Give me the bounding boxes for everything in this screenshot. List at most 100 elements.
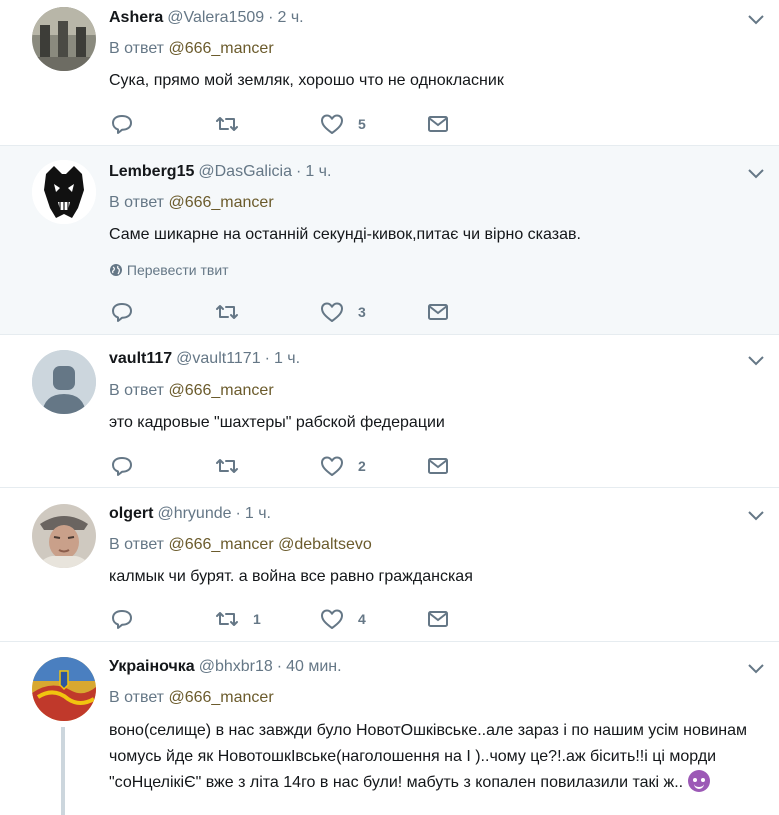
reply-to: В ответ @666_mancer @debaltsevo	[109, 536, 372, 554]
tweet-header: Украiночка @bhxbr18 · 40 мин.	[109, 658, 342, 676]
user-name[interactable]: Ashera	[109, 9, 163, 26]
smiling-imp-emoji-icon	[687, 770, 710, 792]
reply-to-label: В ответ	[109, 40, 165, 57]
reply-to-label: В ответ	[109, 382, 165, 399]
reply-to-link[interactable]: @666_mancer	[168, 536, 273, 553]
user-handle[interactable]: @Valera1509	[167, 9, 264, 26]
reply-to-link[interactable]: @666_mancer	[168, 194, 273, 211]
heart-icon	[321, 302, 343, 322]
chevron-down-icon[interactable]	[747, 663, 765, 675]
reply-to: В ответ @666_mancer	[109, 689, 274, 707]
avatar[interactable]	[32, 160, 96, 224]
tweet-text: Саме шикарне на останній секунді-кивок,п…	[109, 226, 581, 243]
chevron-down-icon[interactable]	[747, 510, 765, 522]
tweet-actions: 1 4	[110, 607, 470, 631]
user-name[interactable]: Украiночка	[109, 658, 195, 675]
user-handle[interactable]: @DasGalicia	[198, 163, 292, 180]
reply-to-label: В ответ	[109, 689, 165, 706]
separator-dot: ·	[235, 505, 241, 522]
reply-to-link[interactable]: @debaltsevo	[278, 536, 372, 553]
user-name[interactable]: vault117	[109, 350, 172, 367]
tweet-3[interactable]: vault117 @vault1171 · 1 ч. В ответ @666_man…	[0, 335, 779, 488]
user-handle[interactable]: @hryunde	[157, 505, 231, 522]
retweet-count: 1	[253, 611, 261, 627]
tweet-actions: 3	[110, 300, 470, 324]
retweet-button[interactable]: 1	[215, 607, 261, 631]
user-handle[interactable]: @vault1171	[176, 350, 260, 367]
tweet-header: Ashera @Valera1509 · 2 ч.	[109, 9, 304, 27]
like-button[interactable]: 2	[320, 454, 366, 478]
reply-button[interactable]	[110, 300, 134, 324]
globe-icon	[110, 264, 122, 276]
retweet-icon	[216, 117, 238, 131]
avatar[interactable]	[32, 657, 96, 721]
like-count: 5	[358, 116, 366, 132]
separator-dot: ·	[276, 658, 283, 675]
like-button[interactable]: 3	[320, 300, 366, 324]
dm-button[interactable]	[426, 300, 450, 324]
timestamp[interactable]: 40 мин.	[286, 658, 341, 675]
timestamp[interactable]: 1 ч.	[305, 163, 331, 180]
retweet-button[interactable]	[215, 300, 239, 324]
reply-button[interactable]	[110, 607, 134, 631]
avatar[interactable]	[32, 350, 96, 414]
reply-to-label: В ответ	[109, 536, 165, 553]
separator-dot: ·	[295, 163, 302, 180]
chevron-down-icon[interactable]	[747, 14, 765, 26]
heart-icon	[321, 114, 343, 134]
tweet-header: vault117 @vault1171 · 1 ч.	[109, 350, 300, 368]
user-handle[interactable]: @bhxbr18	[199, 658, 273, 675]
reply-icon	[112, 610, 132, 629]
reply-to-label: В ответ	[109, 194, 165, 211]
reply-icon	[112, 115, 132, 134]
separator-dot: ·	[268, 9, 274, 26]
user-name[interactable]: olgert	[109, 505, 153, 522]
tweet-text: это кадровые "шахтеры" рабской федерации	[109, 414, 445, 431]
like-button[interactable]: 4	[320, 607, 366, 631]
reply-button[interactable]	[110, 112, 134, 136]
tweet-2[interactable]: Lemberg15 @DasGalicia · 1 ч. В ответ @666_m…	[0, 146, 779, 335]
dm-button[interactable]	[426, 112, 450, 136]
retweet-icon	[216, 459, 238, 473]
timestamp[interactable]: 1 ч.	[274, 350, 300, 367]
chevron-down-icon[interactable]	[747, 355, 765, 367]
envelope-icon	[428, 458, 448, 474]
timestamp[interactable]: 2 ч.	[277, 9, 303, 26]
reply-icon	[112, 303, 132, 322]
reply-to: В ответ @666_mancer	[109, 382, 274, 400]
avatar[interactable]	[32, 7, 96, 71]
reply-to-link[interactable]: @666_mancer	[168, 40, 273, 57]
retweet-button[interactable]	[215, 112, 239, 136]
translate-link[interactable]: Перевести твит	[109, 262, 229, 278]
retweet-button[interactable]	[215, 454, 239, 478]
tweet-5[interactable]: Украiночка @bhxbr18 · 40 мин. В ответ @666_…	[0, 642, 779, 815]
tweet-4[interactable]: olgert @hryunde · 1 ч. В ответ @666_mancer …	[0, 488, 779, 642]
tweet-text: воно(селище) в нас завжди було НовотОшкі…	[109, 718, 761, 796]
tweet-text: калмык чи бурят. а война все равно гражд…	[109, 568, 473, 585]
like-button[interactable]: 5	[320, 112, 366, 136]
tweet-actions: 2	[110, 454, 470, 478]
like-count: 2	[358, 458, 366, 474]
like-count: 4	[358, 611, 366, 627]
reply-to-link[interactable]: @666_mancer	[168, 689, 273, 706]
reply-to-link[interactable]: @666_mancer	[168, 382, 273, 399]
retweet-icon	[216, 305, 238, 319]
like-count: 3	[358, 304, 366, 320]
reply-to: В ответ @666_mancer	[109, 194, 274, 212]
translate-label: Перевести твит	[126, 262, 229, 278]
reply-to: В ответ @666_mancer	[109, 40, 274, 58]
user-name[interactable]: Lemberg15	[109, 163, 194, 180]
heart-icon	[321, 609, 343, 629]
tweet-1[interactable]: Ashera @Valera1509 · 2 ч. В ответ @666_manc…	[0, 0, 779, 146]
tweet-header: olgert @hryunde · 1 ч.	[109, 505, 271, 523]
envelope-icon	[428, 304, 448, 320]
timestamp[interactable]: 1 ч.	[245, 505, 271, 522]
dm-button[interactable]	[426, 454, 450, 478]
tweet-header: Lemberg15 @DasGalicia · 1 ч.	[109, 163, 331, 181]
retweet-icon	[216, 612, 238, 626]
heart-icon	[321, 456, 343, 476]
avatar[interactable]	[32, 504, 96, 568]
chevron-down-icon[interactable]	[747, 168, 765, 180]
dm-button[interactable]	[426, 607, 450, 631]
reply-button[interactable]	[110, 454, 134, 478]
